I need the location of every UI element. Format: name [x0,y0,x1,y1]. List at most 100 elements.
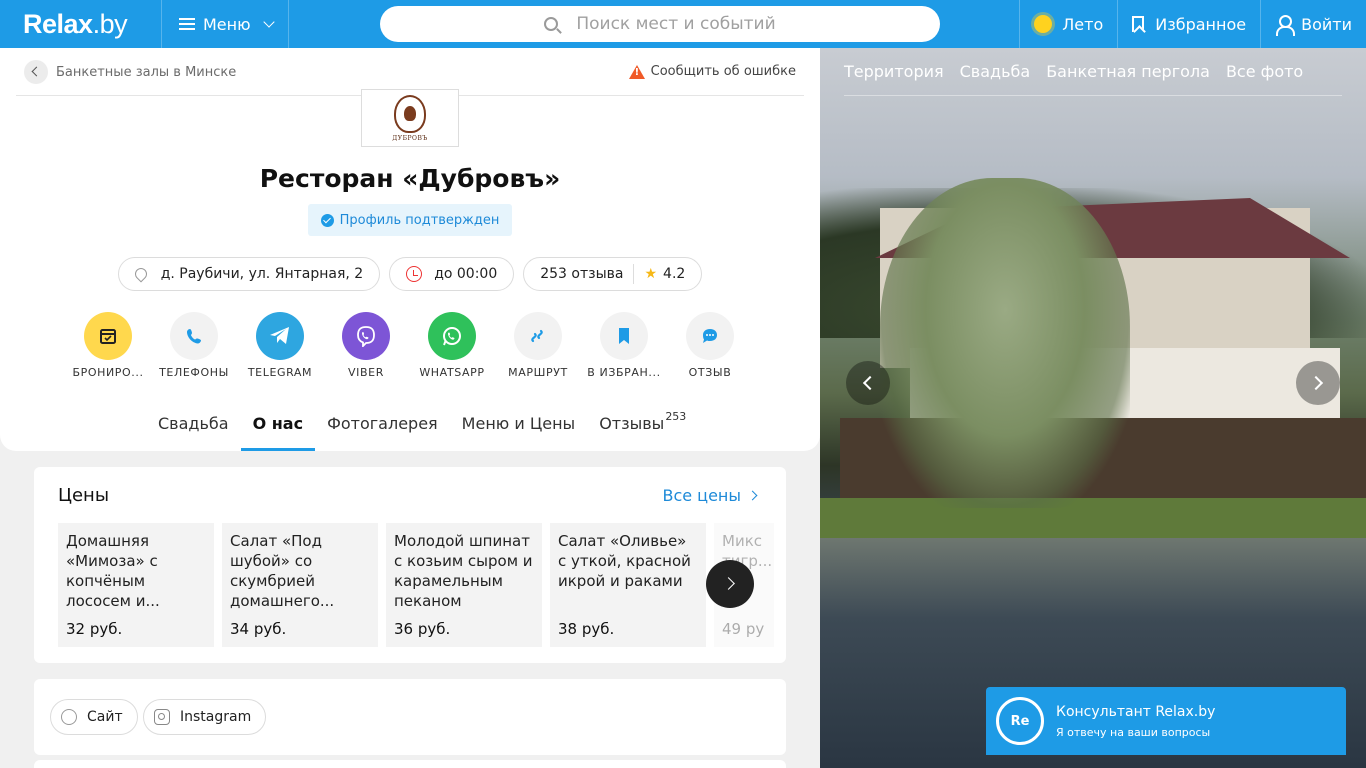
route-button[interactable]: МАРШРУТ [495,312,581,379]
tab-gallery[interactable]: Фотогалерея [315,403,450,451]
prev-photo-button[interactable] [846,361,890,405]
photo-tab-territory[interactable]: Территория [844,62,944,81]
report-error-link[interactable]: Сообщить об ошибке [628,64,796,79]
viber-button[interactable]: VIBER [323,312,409,379]
grass [820,498,1366,538]
login-button[interactable]: Войти [1260,0,1366,48]
info-chips: д. Раубичи, ул. Янтарная, 2 до 00:00 253… [0,257,820,291]
menu-button[interactable]: Меню [162,0,289,48]
user-icon [1275,15,1296,36]
hamburger-icon [179,18,195,30]
address-chip[interactable]: д. Раубичи, ул. Янтарная, 2 [117,257,381,291]
links-card: Сайт Instagram [34,679,786,755]
instagram-link[interactable]: Instagram [143,699,267,735]
photo-tab-pergola[interactable]: Банкетная пергола [1046,62,1210,81]
tab-label: Свадьба [158,414,229,433]
tab-label: Меню и Цены [461,414,576,433]
whatsapp-label: WHATSAPP [419,366,485,379]
photo-tabs: Территория Свадьба Банкетная пергола Все… [844,62,1303,81]
add-favorite-label: В ИЗБРАН... [587,366,661,379]
calendar-icon [84,312,132,360]
price-item[interactable]: Домашняя «Мимоза» с копчёным лососем и..… [58,523,214,647]
tab-reviews[interactable]: Отзывы 253 [587,403,698,451]
hours-text: до 00:00 [434,266,498,282]
prices-card: Цены Все цены Домашняя «Мимоза» с копчён… [34,467,786,663]
phones-button[interactable]: ТЕЛЕФОНЫ [151,312,237,379]
all-prices-link[interactable]: Все цены [662,486,756,505]
price-item-name: Молодой шпинат с козьим сыром и карамель… [394,532,533,610]
photo-tab-all[interactable]: Все фото [1226,62,1303,81]
price-item-price: 36 руб. [394,620,451,638]
consultant-title: Консультант Relax.by [1056,703,1216,720]
clock-icon [406,266,423,282]
photo-tab-wedding[interactable]: Свадьба [960,62,1031,81]
booking-button[interactable]: БРОНИРО... [65,312,151,379]
tab-about[interactable]: О нас [240,403,316,451]
hours-chip[interactable]: до 00:00 [389,257,515,291]
venue-header-card: Банкетные залы в Минске Сообщить об ошиб… [0,48,820,451]
tab-menu-prices[interactable]: Меню и Цены [450,403,588,451]
season-label: Лето [1062,14,1104,34]
whatsapp-icon [428,312,476,360]
route-label: МАРШРУТ [508,366,568,379]
warning-icon [628,64,645,79]
reviews-count: 253 отзыва [540,266,624,282]
price-item-name: Домашняя «Мимоза» с копчёным лососем и..… [66,532,160,610]
next-card [34,760,786,768]
next-photo-button[interactable] [1296,361,1340,405]
price-item-price: 38 руб. [558,620,615,638]
verified-label: Профиль подтвержден [339,212,500,228]
add-favorite-button[interactable]: В ИЗБРАН... [581,312,667,379]
telegram-button[interactable]: TELEGRAM [237,312,323,379]
search-input[interactable]: Поиск мест и событий [380,6,940,42]
breadcrumb[interactable]: Банкетные залы в Минске [24,60,236,84]
phones-label: ТЕЛЕФОНЫ [159,366,229,379]
section-tabs: Свадьба О нас Фотогалерея Меню и Цены От… [146,403,698,451]
venue-logo: ДУБРОВЪ [361,89,459,147]
price-item-name: Салат «Под шубой» со скумбрией домашнего… [230,532,335,610]
sun-icon [1034,15,1053,33]
prices-title: Цены [58,485,110,506]
address-text: д. Раубичи, ул. Янтарная, 2 [160,266,364,282]
chevron-down-icon [262,16,275,28]
page-title: Ресторан «Дубровъ» [259,164,561,193]
site-logo[interactable]: Relax .by [0,0,162,48]
price-item[interactable]: Молодой шпинат с козьим сыром и карамель… [386,523,542,647]
reviews-chip[interactable]: 253 отзыва ★ 4.2 [523,257,703,291]
check-icon [320,213,334,227]
consultant-subtitle: Я отвечу на ваши вопросы [1056,725,1211,739]
venue-logo-caption: ДУБРОВЪ [392,134,428,142]
site-label: Сайт [87,709,123,725]
price-item-price: 34 руб. [230,620,287,638]
route-icon [514,312,562,360]
favorites-button[interactable]: Избранное [1117,0,1260,48]
favorites-label: Избранное [1155,14,1247,34]
venue-photo[interactable]: Территория Свадьба Банкетная пергола Все… [820,48,1366,768]
tab-wedding[interactable]: Свадьба [146,403,241,451]
next-arrow-button[interactable] [706,560,754,608]
venue-panel: Банкетные залы в Минске Сообщить об ошиб… [0,48,820,768]
back-icon[interactable] [24,60,48,84]
review-label: ОТЗЫВ [688,366,732,379]
star-icon: ★ [644,266,658,282]
price-item[interactable]: Салат «Оливье» с уткой, красной икрой и … [550,523,706,647]
price-items: Домашняя «Мимоза» с копчёным лососем и..… [58,523,774,647]
viber-label: VIBER [348,366,384,379]
rating-value: 4.2 [663,266,686,282]
price-item[interactable]: Салат «Под шубой» со скумбрией домашнего… [222,523,378,647]
breadcrumb-label[interactable]: Банкетные залы в Минске [56,65,236,80]
top-bar: Relax .by Меню Поиск мест и событий Лето … [0,0,1366,48]
action-buttons: БРОНИРО... ТЕЛЕФОНЫ TELEGRAM VIBER WHATS… [65,312,753,379]
price-item-price: 49 ру [722,620,765,638]
season-button[interactable]: Лето [1019,0,1117,48]
price-item-name: Салат «Оливье» с уткой, красной икрой и … [558,532,691,590]
search-icon [544,17,559,31]
consultant-widget[interactable]: Re Консультант Relax.by Я отвечу на ваши… [986,687,1346,755]
tab-label: О нас [252,414,304,433]
whatsapp-button[interactable]: WHATSAPP [409,312,495,379]
logo-text: Relax [23,8,93,39]
site-link[interactable]: Сайт [50,699,138,735]
logo-tld: .by [92,8,128,39]
review-button[interactable]: ОТЗЫВ [667,312,753,379]
emblem-icon [394,94,426,133]
